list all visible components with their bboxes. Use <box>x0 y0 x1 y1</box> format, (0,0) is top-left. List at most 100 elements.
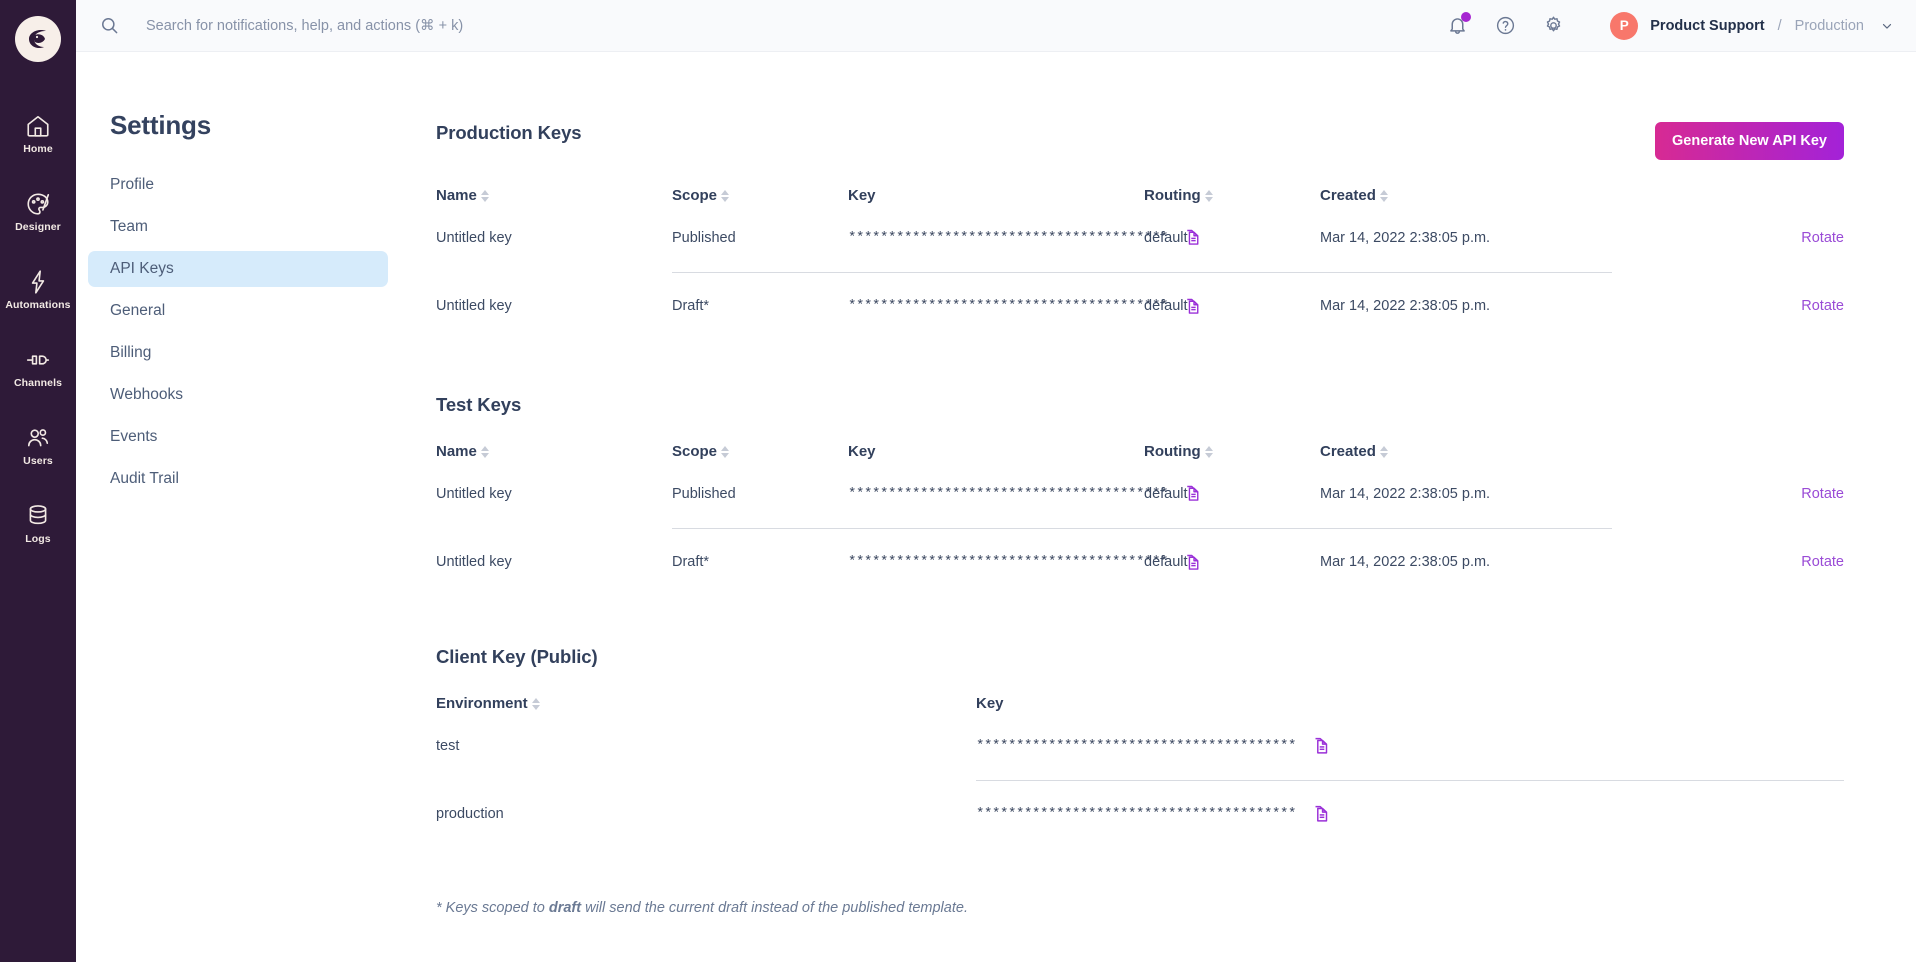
sidebar-label-users: Users <box>23 455 53 468</box>
masked-key: **************************************** <box>976 737 1297 754</box>
notifications-button[interactable] <box>1444 11 1472 39</box>
client-key-title: Client Key (Public) <box>436 646 598 667</box>
column-header-created[interactable]: Created <box>1320 160 1612 204</box>
settings-nav-label: Billing <box>110 344 152 361</box>
sort-arrows-icon[interactable] <box>480 446 489 458</box>
cell-routing: default <box>1144 485 1188 502</box>
generate-new-api-key-button[interactable]: Generate New API Key <box>1655 122 1844 160</box>
content-area: Settings Profile Team API Keys General B… <box>76 52 1916 962</box>
sidebar-item-automations[interactable]: Automations <box>0 252 76 328</box>
sort-arrows-icon[interactable] <box>1379 190 1388 202</box>
cell-scope: Draft* <box>672 527 848 596</box>
copy-document-icon[interactable] <box>1310 803 1332 825</box>
table-row[interactable]: Untitled key Draft* ********************… <box>436 527 1844 596</box>
global-search[interactable]: Search for notifications, help, and acti… <box>100 16 1444 35</box>
page-title: Settings <box>110 110 211 140</box>
sort-arrows-icon[interactable] <box>1204 190 1213 202</box>
cell-environment: production <box>436 806 504 822</box>
sidebar-label-channels: Channels <box>13 377 63 390</box>
column-label: Routing <box>1144 187 1201 204</box>
sidebar-item-home[interactable]: Home <box>0 96 76 172</box>
settings-nav-item-team[interactable]: Team <box>88 209 388 245</box>
copy-document-icon[interactable] <box>1310 735 1332 757</box>
cell-name: Untitled key <box>436 230 512 246</box>
chevron-down-icon[interactable] <box>1880 19 1894 33</box>
settings-nav-item-api-keys[interactable]: API Keys <box>88 251 388 287</box>
sort-arrows-icon[interactable] <box>721 446 730 458</box>
column-label: Key <box>848 443 876 460</box>
settings-nav-item-billing[interactable]: Billing <box>88 335 388 371</box>
column-label: Name <box>436 187 477 204</box>
column-header-environment[interactable]: Environment <box>436 668 976 712</box>
sort-arrows-icon[interactable] <box>1379 446 1388 458</box>
settings-nav-item-events[interactable]: Events <box>88 419 388 455</box>
column-header-key: Key <box>848 416 1144 460</box>
column-header-actions <box>1612 160 1844 204</box>
production-keys-table: Name Scope Key Routing Created Untitled … <box>436 160 1844 340</box>
settings-nav-label: Team <box>110 218 148 235</box>
footnote-bold: draft <box>548 900 582 916</box>
cell-scope: Draft* <box>672 271 848 340</box>
sort-arrows-icon[interactable] <box>531 698 540 710</box>
rotate-key-link[interactable]: Rotate <box>1801 486 1844 502</box>
production-keys-title: Production Keys <box>436 122 582 143</box>
palette-brush-icon <box>25 191 51 217</box>
sort-arrows-icon[interactable] <box>721 190 730 202</box>
right-pane: Search for notifications, help, and acti… <box>76 0 1916 962</box>
users-icon <box>25 425 51 451</box>
column-header-scope[interactable]: Scope <box>672 416 848 460</box>
settings-nav-item-profile[interactable]: Profile <box>88 167 388 203</box>
cell-name: Untitled key <box>436 298 512 314</box>
table-row[interactable]: Untitled key Published *****************… <box>436 460 1844 528</box>
primary-sidebar: Home Designer Automations Channels Users… <box>0 0 76 962</box>
cell-created: Mar 14, 2022 2:38:05 p.m. <box>1320 271 1612 340</box>
column-header-scope[interactable]: Scope <box>672 160 848 204</box>
settings-nav-item-general[interactable]: General <box>88 293 388 329</box>
cell-key: **************************************** <box>848 460 1199 528</box>
search-input-placeholder[interactable]: Search for notifications, help, and acti… <box>146 18 463 34</box>
table-row[interactable]: Untitled key Published *****************… <box>436 204 1844 272</box>
cell-routing: default <box>1144 271 1320 340</box>
settings-nav-item-webhooks[interactable]: Webhooks <box>88 377 388 413</box>
sidebar-item-logs[interactable]: Logs <box>0 486 76 562</box>
courier-bird-logo[interactable] <box>15 16 61 62</box>
help-button[interactable] <box>1492 13 1518 39</box>
masked-key: **************************************** <box>976 806 1297 823</box>
column-header-name[interactable]: Name <box>436 160 672 204</box>
table-row[interactable]: Untitled key Draft* ********************… <box>436 271 1844 340</box>
database-stack-icon <box>25 503 51 529</box>
account-switcher[interactable]: P Product Support / Production <box>1610 11 1894 40</box>
rotate-key-link[interactable]: Rotate <box>1801 298 1844 314</box>
cell-key: **************************************** <box>848 204 1199 272</box>
test-keys-table: Name Scope Key Routing Created Untitled … <box>436 416 1844 596</box>
settings-nav-item-audit-trail[interactable]: Audit Trail <box>88 461 388 497</box>
cell-actions: Rotate <box>1612 528 1844 596</box>
table-row[interactable]: production *****************************… <box>436 779 1844 848</box>
cell-key: **************************************** <box>976 779 1844 848</box>
table-header-row: Name Scope Key Routing Created <box>436 160 1844 204</box>
table-row[interactable]: test ***********************************… <box>436 712 1844 780</box>
client-key-section: Client Key (Public) Environment Key test… <box>436 646 1844 848</box>
rotate-key-link[interactable]: Rotate <box>1801 554 1844 570</box>
table-header-row: Name Scope Key Routing Created <box>436 416 1844 460</box>
rotate-key-link[interactable]: Rotate <box>1801 230 1844 246</box>
cell-environment: test <box>436 738 460 754</box>
sort-arrows-icon[interactable] <box>1204 446 1213 458</box>
column-header-key: Key <box>976 668 1844 712</box>
column-header-routing[interactable]: Routing <box>1144 416 1320 460</box>
sidebar-item-designer[interactable]: Designer <box>0 174 76 250</box>
column-header-name[interactable]: Name <box>436 416 672 460</box>
home-icon <box>25 113 51 139</box>
column-header-created[interactable]: Created <box>1320 416 1612 460</box>
column-label: Scope <box>672 187 718 204</box>
cell-scope: Published <box>672 485 736 502</box>
sort-arrows-icon[interactable] <box>480 190 489 202</box>
sidebar-label-home: Home <box>23 143 53 156</box>
column-header-routing[interactable]: Routing <box>1144 160 1320 204</box>
cell-key: **************************************** <box>848 271 1199 340</box>
client-key-table: Environment Key test *******************… <box>436 668 1844 848</box>
sidebar-item-users[interactable]: Users <box>0 408 76 484</box>
environment-label: Production <box>1794 17 1864 34</box>
settings-gear-button[interactable] <box>1540 13 1566 39</box>
sidebar-item-channels[interactable]: Channels <box>0 330 76 406</box>
